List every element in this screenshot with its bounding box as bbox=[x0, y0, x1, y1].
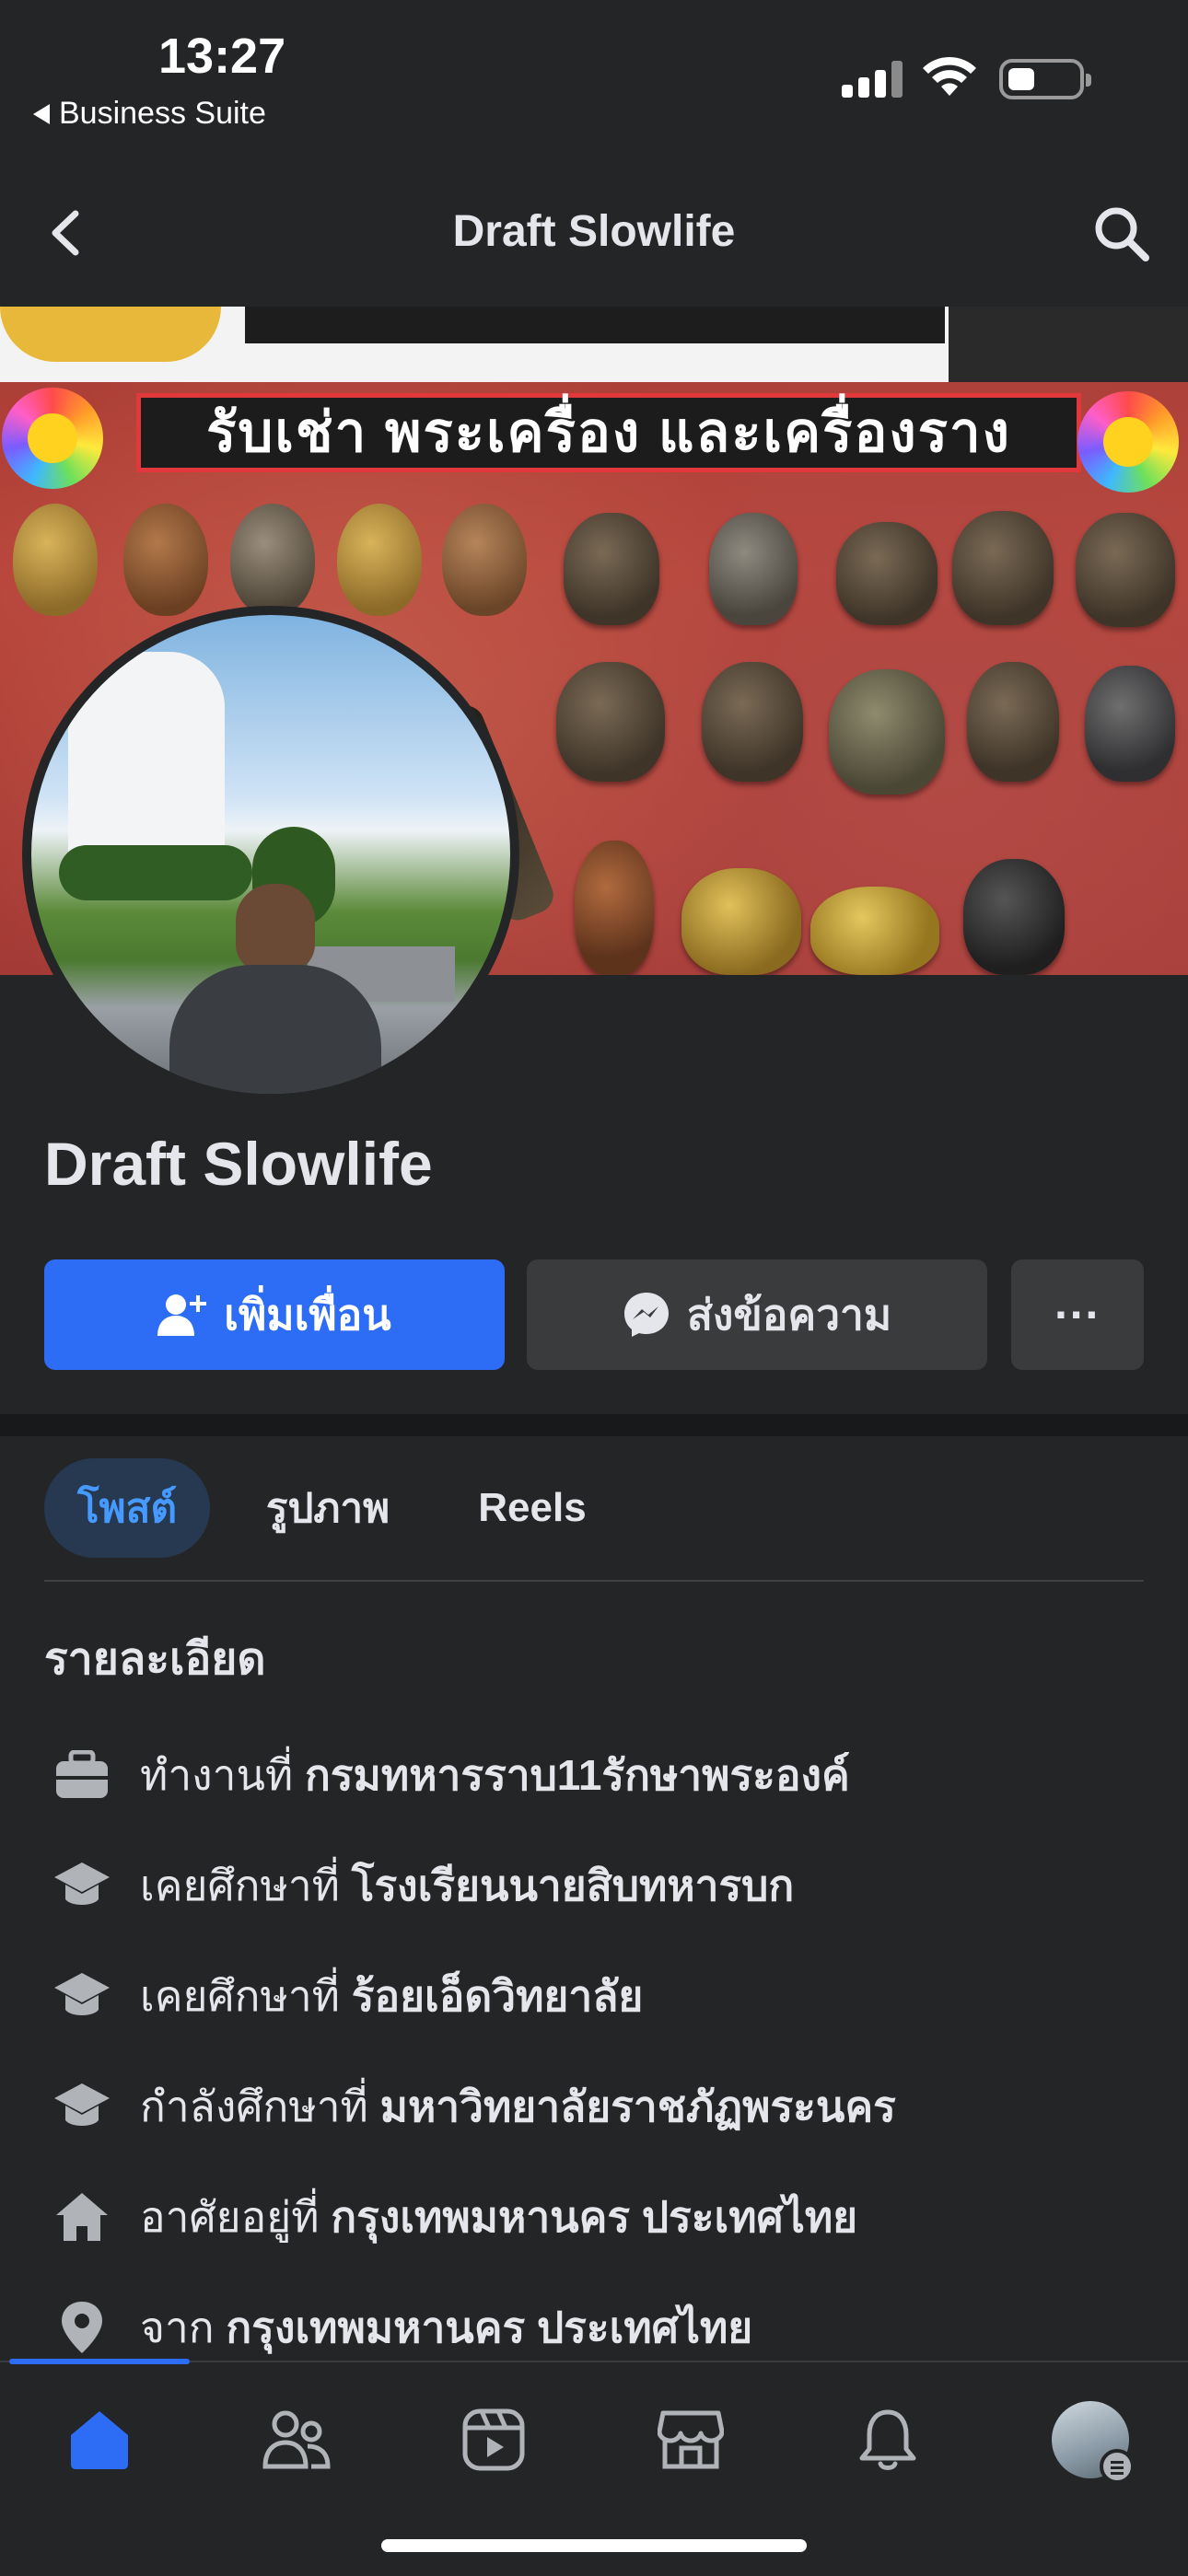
tab-posts[interactable]: โพสต์ bbox=[44, 1458, 210, 1558]
flower-sticker-icon bbox=[2, 388, 103, 489]
messenger-icon bbox=[623, 1293, 669, 1337]
friends-icon bbox=[262, 2410, 331, 2469]
amulet-image bbox=[1085, 666, 1175, 782]
amulet-image bbox=[230, 504, 315, 616]
page-title: Draft Slowlife bbox=[452, 207, 736, 256]
tree-line-shape bbox=[59, 845, 252, 900]
more-options-button[interactable]: ··· bbox=[1011, 1259, 1144, 1370]
graduation-cap-icon bbox=[52, 2076, 112, 2137]
detail-prefix: อาศัยอยู่ที่ bbox=[140, 2192, 320, 2241]
detail-row-education[interactable]: เคยศึกษาที่ โรงเรียนนายสิบทหารบก bbox=[52, 1849, 794, 1922]
bottom-tab-home[interactable] bbox=[53, 2394, 146, 2486]
amulet-image bbox=[963, 859, 1065, 975]
detail-value: ร้อยเอ็ดวิทยาลัย bbox=[351, 1971, 644, 2020]
message-label: ส่งข้อความ bbox=[686, 1290, 892, 1339]
add-friend-icon bbox=[157, 1294, 207, 1336]
detail-value: กรุงเทพมหานคร ประเทศไทย bbox=[226, 2303, 753, 2351]
back-to-app-link[interactable]: Business Suite bbox=[33, 96, 266, 132]
scroll-indicator bbox=[9, 2359, 190, 2364]
amulet-image bbox=[836, 522, 938, 625]
bottom-tab-notifications[interactable] bbox=[842, 2394, 934, 2486]
back-app-label: Business Suite bbox=[59, 96, 266, 131]
amulet-image bbox=[952, 511, 1054, 625]
graduation-cap-icon bbox=[52, 1855, 112, 1916]
details-heading: รายละเอียด bbox=[44, 1635, 266, 1684]
location-pin-icon bbox=[52, 2297, 112, 2358]
add-friend-label: เพิ่มเพื่อน bbox=[224, 1290, 391, 1339]
add-friend-button[interactable]: เพิ่มเพื่อน bbox=[44, 1259, 505, 1370]
profile-photo-image bbox=[31, 615, 510, 1094]
detail-prefix: จาก bbox=[140, 2303, 215, 2351]
section-divider bbox=[0, 1414, 1188, 1436]
bottom-tab-menu[interactable] bbox=[1044, 2394, 1136, 2486]
message-button[interactable]: ส่งข้อความ bbox=[527, 1259, 987, 1370]
battery-icon bbox=[999, 59, 1091, 99]
profile-photo[interactable] bbox=[22, 606, 519, 1103]
cover-top-banner bbox=[245, 307, 945, 343]
status-time: 13:27 bbox=[158, 29, 286, 84]
detail-prefix: กำลังศึกษาที่ bbox=[140, 2082, 368, 2130]
wifi-icon bbox=[923, 56, 976, 96]
amulet-image bbox=[681, 868, 801, 975]
amulet-image bbox=[829, 669, 945, 795]
detail-row-education[interactable]: กำลังศึกษาที่ มหาวิทยาลัยราชภัฏพระนคร bbox=[52, 2070, 896, 2143]
detail-row-lives-in[interactable]: อาศัยอยู่ที่ กรุงเทพมหานคร ประเทศไทย bbox=[52, 2180, 857, 2254]
home-indicator bbox=[381, 2539, 807, 2552]
detail-value: กรุงเทพมหานคร ประเทศไทย bbox=[331, 2192, 858, 2241]
tabs-divider bbox=[44, 1580, 1144, 1582]
amulet-image bbox=[442, 504, 527, 616]
flower-sticker-icon bbox=[1077, 391, 1179, 493]
amulet-image bbox=[709, 513, 798, 625]
cover-person-thumb bbox=[949, 307, 1188, 382]
search-icon[interactable] bbox=[1092, 204, 1151, 263]
person-head-shape bbox=[236, 884, 315, 972]
amulet-image bbox=[337, 504, 422, 616]
profile-name: Draft Slowlife bbox=[44, 1130, 433, 1198]
amulet-image bbox=[123, 504, 208, 616]
amulet-image bbox=[575, 841, 654, 975]
detail-prefix: เคยศึกษาที่ bbox=[140, 1861, 340, 1909]
amulet-image bbox=[810, 887, 939, 975]
amulet-image bbox=[13, 504, 98, 616]
home-icon bbox=[52, 2187, 112, 2247]
white-statue-shape bbox=[68, 652, 225, 864]
person-shirt-shape bbox=[169, 965, 381, 1094]
bottom-tab-friends[interactable] bbox=[250, 2394, 343, 2486]
bottom-tab-marketplace[interactable] bbox=[645, 2394, 737, 2486]
detail-prefix: เคยศึกษาที่ bbox=[140, 1971, 340, 2020]
detail-prefix: ทำงานที่ bbox=[140, 1750, 294, 1799]
bottom-tab-watch[interactable] bbox=[448, 2394, 540, 2486]
menu-avatar bbox=[1052, 2401, 1135, 2484]
detail-value: มหาวิทยาลัยราชภัฏพระนคร bbox=[379, 2082, 896, 2130]
video-icon bbox=[462, 2408, 525, 2471]
cover-gold-statue bbox=[0, 307, 221, 362]
more-options-icon: ··· bbox=[1054, 1289, 1101, 1340]
bell-icon bbox=[859, 2409, 916, 2470]
detail-row-work[interactable]: ทำงานที่ กรมทหารราบ11รักษาพระองค์ bbox=[52, 1738, 850, 1812]
home-icon bbox=[71, 2411, 128, 2469]
menu-hamburger-icon bbox=[1100, 2449, 1135, 2484]
marketplace-icon bbox=[658, 2410, 724, 2469]
detail-row-education[interactable]: เคยศึกษาที่ ร้อยเอ็ดวิทยาลัย bbox=[52, 1959, 643, 2033]
tab-photos[interactable]: รูปภาพ bbox=[245, 1458, 411, 1558]
amulet-image bbox=[564, 513, 659, 625]
amulet-image bbox=[1076, 513, 1175, 627]
cellular-signal-icon bbox=[842, 61, 903, 98]
back-triangle-icon bbox=[33, 103, 50, 124]
detail-value: กรมทหารราบ11รักษาพระองค์ bbox=[305, 1750, 850, 1799]
briefcase-icon bbox=[52, 1745, 112, 1805]
detail-row-hometown[interactable]: จาก กรุงเทพมหานคร ประเทศไทย bbox=[52, 2291, 752, 2364]
amulet-image bbox=[556, 662, 665, 782]
graduation-cap-icon bbox=[52, 1966, 112, 2026]
amulet-image bbox=[967, 662, 1059, 782]
detail-value: โรงเรียนนายสิบทหารบก bbox=[351, 1861, 795, 1909]
amulet-image bbox=[702, 662, 803, 782]
tab-reels[interactable]: Reels bbox=[459, 1458, 606, 1558]
cover-banner-text: รับเช่า พระเครื่อง และเครื่องราง bbox=[136, 393, 1081, 472]
